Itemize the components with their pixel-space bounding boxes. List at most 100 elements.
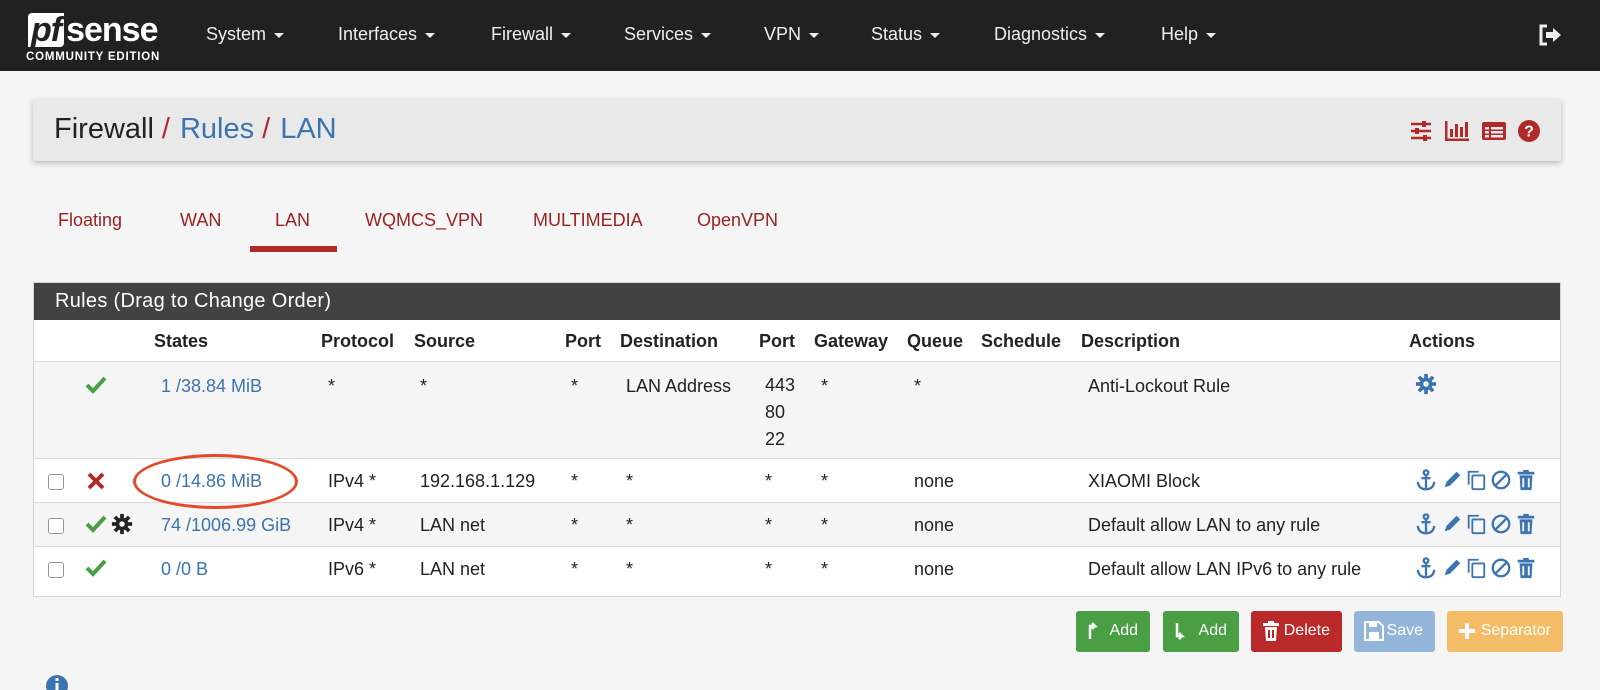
gear-icon[interactable] xyxy=(111,513,133,535)
nav-firewall[interactable]: Firewall xyxy=(491,24,572,45)
nav-status[interactable]: Status xyxy=(871,24,941,45)
protocol-cell: * xyxy=(328,376,336,396)
trash-icon[interactable] xyxy=(1515,557,1537,579)
description-cell: Default allow LAN IPv6 to any rule xyxy=(1088,559,1362,579)
queue-cell: * xyxy=(914,376,922,396)
anchor-icon[interactable] xyxy=(1415,469,1437,491)
nav-system[interactable]: System xyxy=(206,24,285,45)
col-dest-port: Port xyxy=(759,331,795,351)
add-top-label: Add xyxy=(1109,622,1138,639)
states-link[interactable]: 1 /38.84 MiB xyxy=(161,376,262,397)
tab-openvpn[interactable]: OpenVPN xyxy=(697,210,778,231)
states-link[interactable]: 74 /1006.99 GiB xyxy=(161,515,291,536)
save-button[interactable]: Save xyxy=(1354,611,1435,652)
copy-icon[interactable] xyxy=(1465,513,1487,535)
active-tab-indicator xyxy=(250,246,337,252)
protocol-cell: IPv4 * xyxy=(328,515,377,535)
source-cell: LAN net xyxy=(420,515,486,535)
logo-sense: sense xyxy=(66,11,158,49)
logo-wordmark: pf sense xyxy=(28,10,159,50)
destination-cell: * xyxy=(626,515,634,535)
description-cell: Anti-Lockout Rule xyxy=(1088,376,1231,396)
dest-port-cell: 443 80 22 xyxy=(765,375,796,449)
trash-icon[interactable] xyxy=(1515,469,1537,491)
nav-interfaces-label: Interfaces xyxy=(338,24,418,44)
table-row[interactable]: 0 /0 B IPv6 * LAN net * * * * none Defau… xyxy=(34,546,1560,592)
copy-icon[interactable] xyxy=(1465,469,1487,491)
disable-icon[interactable] xyxy=(1490,557,1512,579)
add-bottom-label: Add xyxy=(1198,622,1227,639)
table-row[interactable]: 74 /1006.99 GiB IPv4 * LAN net * * * * n… xyxy=(34,502,1560,546)
tab-multimedia[interactable]: MULTIMEDIA xyxy=(533,210,643,231)
help-circle-icon[interactable]: ? xyxy=(1517,119,1541,143)
dest-port-cell: * xyxy=(765,559,773,579)
separator-button[interactable]: Separator xyxy=(1447,611,1563,652)
tab-wan[interactable]: WAN xyxy=(180,210,221,231)
queue-cell: none xyxy=(914,515,955,535)
top-navbar: pf sense COMMUNITY EDITION System Interfa… xyxy=(0,0,1600,71)
chevron-down-icon xyxy=(561,32,572,38)
row-select-checkbox[interactable] xyxy=(48,518,64,534)
logo-pf: pf xyxy=(28,13,65,47)
add-top-button[interactable]: Add xyxy=(1076,611,1150,652)
delete-button[interactable]: Delete xyxy=(1251,611,1342,652)
pencil-icon[interactable] xyxy=(1441,513,1463,535)
info-icon[interactable] xyxy=(45,674,69,690)
rules-panel-heading: Rules (Drag to Change Order) xyxy=(34,283,1560,320)
trash-icon[interactable] xyxy=(1515,513,1537,535)
arrow-up-icon xyxy=(1088,622,1099,639)
col-gateway: Gateway xyxy=(814,331,889,351)
nav-services[interactable]: Services xyxy=(624,24,712,45)
anchor-icon[interactable] xyxy=(1415,557,1437,579)
copy-icon[interactable] xyxy=(1465,557,1487,579)
pencil-icon[interactable] xyxy=(1441,557,1463,579)
port-cell: * xyxy=(571,515,579,535)
nav-status-label: Status xyxy=(871,24,923,44)
col-actions: Actions xyxy=(1409,331,1476,351)
col-queue: Queue xyxy=(907,331,964,351)
close-icon xyxy=(87,472,105,490)
disable-icon[interactable] xyxy=(1490,469,1512,491)
nav-vpn[interactable]: VPN xyxy=(764,24,820,45)
dest-port-cell: * xyxy=(765,471,773,491)
breadcrumb-rules-link[interactable]: Rules xyxy=(180,113,254,145)
anchor-icon[interactable] xyxy=(1415,513,1437,535)
breadcrumb-lan-link[interactable]: LAN xyxy=(280,113,336,145)
nav-help[interactable]: Help xyxy=(1161,24,1217,45)
tab-floating[interactable]: Floating xyxy=(58,210,122,231)
add-bottom-button[interactable]: Add xyxy=(1163,611,1239,652)
tab-wqmcs-vpn[interactable]: WQMCS_VPN xyxy=(365,210,483,231)
chevron-down-icon xyxy=(425,32,436,38)
destination-cell: * xyxy=(626,559,634,579)
sliders-icon[interactable] xyxy=(1409,119,1433,143)
table-row[interactable]: 1 /38.84 MiB * * * LAN Address 443 80 22… xyxy=(34,361,1560,458)
nav-interfaces[interactable]: Interfaces xyxy=(338,24,436,45)
nav-firewall-label: Firewall xyxy=(491,24,554,44)
row-select-checkbox[interactable] xyxy=(48,474,64,490)
chevron-down-icon xyxy=(930,32,941,38)
gear-icon[interactable] xyxy=(1415,373,1437,395)
logo-edition: COMMUNITY EDITION xyxy=(26,51,161,63)
trash-icon xyxy=(1263,621,1279,641)
description-cell: Default allow LAN to any rule xyxy=(1088,515,1321,535)
table-list-icon[interactable] xyxy=(1481,119,1506,143)
pfsense-logo[interactable]: pf sense COMMUNITY EDITION xyxy=(24,10,174,66)
tab-lan[interactable]: LAN xyxy=(275,210,310,231)
nav-help-label: Help xyxy=(1161,24,1199,44)
col-port: Port xyxy=(565,331,601,351)
states-link[interactable]: 0 /0 B xyxy=(161,559,208,580)
sign-out-icon[interactable] xyxy=(1538,24,1562,46)
queue-cell: none xyxy=(914,471,955,491)
breadcrumb-panel: Firewall / Rules / LAN ? xyxy=(33,99,1561,161)
nav-diagnostics[interactable]: Diagnostics xyxy=(994,24,1106,45)
separator-label: Separator xyxy=(1480,622,1551,639)
chevron-down-icon xyxy=(274,32,285,38)
save-label: Save xyxy=(1386,622,1423,639)
arrow-down-icon xyxy=(1175,623,1186,640)
pencil-icon[interactable] xyxy=(1441,469,1463,491)
disable-icon[interactable] xyxy=(1490,513,1512,535)
source-cell: * xyxy=(420,376,428,396)
bar-chart-icon[interactable] xyxy=(1444,119,1469,143)
row-select-checkbox[interactable] xyxy=(48,562,64,578)
col-source: Source xyxy=(414,331,476,351)
